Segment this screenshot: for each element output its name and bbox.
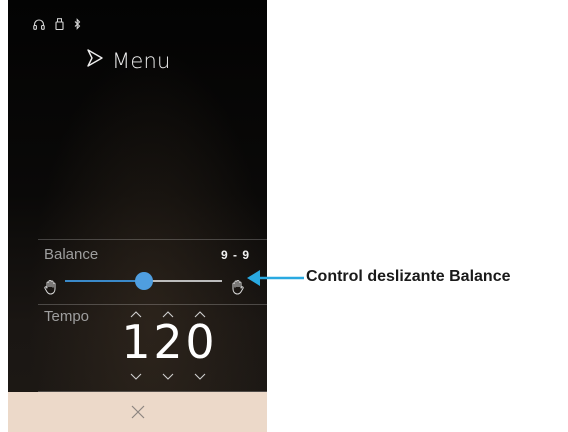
menu-label: Menu — [112, 48, 171, 73]
headphones-icon — [33, 18, 45, 30]
tempo-digit-hundreds: 1 — [120, 310, 152, 380]
callout-label: Control deslizante Balance — [306, 268, 511, 285]
chevron-up-icon[interactable] — [126, 308, 146, 320]
tempo-digit: 0 — [185, 315, 215, 369]
hand-left-icon[interactable] — [44, 279, 58, 300]
status-bar — [33, 18, 81, 30]
bottom-bar — [8, 392, 267, 432]
menu-play-icon — [86, 48, 104, 73]
chevron-down-icon[interactable] — [126, 370, 146, 382]
tempo-digit: 1 — [121, 315, 151, 369]
balance-slider-fill — [65, 280, 144, 282]
tempo-digit: 2 — [153, 315, 183, 369]
tempo-label: Tempo — [44, 308, 90, 325]
menu-button[interactable]: Menu — [86, 48, 170, 73]
divider — [38, 239, 267, 240]
hand-right-icon[interactable] — [230, 279, 244, 300]
device-screen: Menu Balance 9 - 9 Tempo 1 2 0 — [8, 0, 267, 432]
tempo-digit-tens: 2 — [152, 310, 184, 380]
callout-arrow-icon — [246, 266, 306, 295]
close-icon[interactable] — [126, 400, 150, 424]
tempo-digit-ones: 0 — [184, 310, 216, 380]
chevron-up-icon[interactable] — [158, 308, 178, 320]
bluetooth-icon — [74, 18, 81, 30]
balance-value: 9 - 9 — [221, 248, 251, 262]
chevron-down-icon[interactable] — [158, 370, 178, 382]
balance-label: Balance — [44, 246, 99, 263]
tempo-value: 1 2 0 — [120, 310, 216, 380]
chevron-up-icon[interactable] — [190, 308, 210, 320]
balance-slider[interactable] — [65, 272, 222, 290]
page: Menu Balance 9 - 9 Tempo 1 2 0 Control d… — [0, 0, 568, 432]
usb-icon — [55, 18, 64, 30]
chevron-down-icon[interactable] — [190, 370, 210, 382]
balance-slider-thumb[interactable] — [134, 272, 153, 290]
divider — [38, 304, 267, 305]
